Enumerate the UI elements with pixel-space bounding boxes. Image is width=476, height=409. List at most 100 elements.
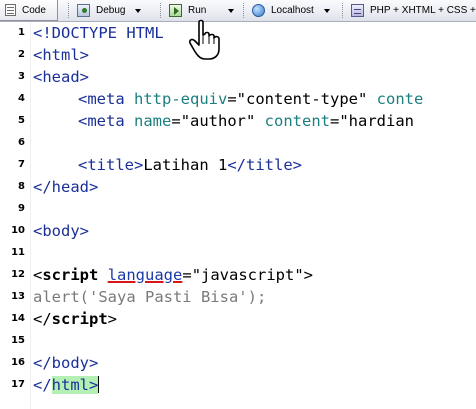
code-text[interactable]: <body> xyxy=(33,220,89,242)
matched-tag-token: html xyxy=(51,376,89,394)
code-line[interactable]: 3 <head> xyxy=(0,66,476,88)
script-keyword: script xyxy=(51,310,108,328)
language-attr-error: language xyxy=(107,266,183,284)
tag-token: <head> xyxy=(33,68,89,86)
bracket-token: </ xyxy=(33,310,52,328)
bracket-token: > xyxy=(303,266,314,284)
line-number: 10 xyxy=(11,225,25,236)
text-cursor xyxy=(98,376,100,393)
editor-window: Code Debug Run Localhost PHP + XHTML + C… xyxy=(0,0,476,409)
code-editor[interactable]: 1 <!DOCTYPE HTML 2 <html> 3 <head> 4 <me… xyxy=(0,22,476,409)
line-number: 17 xyxy=(11,379,25,390)
code-line[interactable]: 16 </body> xyxy=(0,352,476,374)
php-template-icon xyxy=(351,4,364,17)
toolbar-grip[interactable] xyxy=(243,3,246,18)
code-text[interactable]: <head> xyxy=(33,66,89,88)
line-number: 5 xyxy=(18,115,25,126)
tag-token: <meta xyxy=(78,90,125,108)
tag-token: </head> xyxy=(33,178,99,196)
line-number: 14 xyxy=(11,313,25,324)
equals-token: = xyxy=(171,112,181,130)
line-number: 1 xyxy=(18,27,25,38)
code-line[interactable]: 7 <title>Latihan 1</title> xyxy=(0,154,476,176)
run-label: Run xyxy=(188,5,207,16)
code-line[interactable]: 4 <meta http-equiv="content-type" conte xyxy=(0,88,476,110)
code-line[interactable]: 5 <meta name="author" content="hardian xyxy=(0,110,476,132)
code-text[interactable]: </head> xyxy=(33,176,98,198)
chevron-down-icon[interactable] xyxy=(135,8,142,13)
globe-icon xyxy=(252,4,265,17)
code-line[interactable]: 6 xyxy=(0,132,476,154)
code-line[interactable]: 2 <html> xyxy=(0,44,476,66)
tag-token: </body> xyxy=(33,354,99,372)
code-text[interactable]: <html> xyxy=(33,44,89,66)
run-button[interactable]: Run xyxy=(169,0,235,21)
line-number: 12 xyxy=(11,269,25,280)
line-number: 15 xyxy=(11,335,25,346)
value-token: "content-type" xyxy=(236,90,368,108)
tag-token: <html> xyxy=(33,46,89,64)
equals-token: = xyxy=(182,266,192,284)
code-text[interactable]: <meta name="author" content="hardian xyxy=(78,110,414,132)
js-token: alert('Saya Pasti Bisa'); xyxy=(33,288,267,306)
code-text[interactable]: <script language="javascript"> xyxy=(33,264,313,286)
text-token: Latihan 1 xyxy=(143,156,228,174)
toolbar-grip[interactable] xyxy=(68,3,71,18)
line-number: 8 xyxy=(18,181,25,192)
code-line[interactable]: 15 xyxy=(0,330,476,352)
script-keyword: script xyxy=(42,266,99,284)
tag-token: </title> xyxy=(227,156,302,174)
code-line[interactable]: 12 <script language="javascript"> xyxy=(0,264,476,286)
toolbar: Code Debug Run Localhost PHP + XHTML + C… xyxy=(0,0,476,22)
toolbar-grip[interactable] xyxy=(342,3,345,18)
doctype-token: <!DOCTYPE HTML xyxy=(33,24,164,42)
value-token: "hardian xyxy=(339,112,414,130)
code-view-button[interactable]: Code xyxy=(0,0,58,21)
line-number: 11 xyxy=(11,247,25,258)
localhost-button[interactable]: Localhost xyxy=(252,0,330,21)
bracket-token: < xyxy=(33,266,43,284)
equals-token: = xyxy=(227,90,237,108)
chevron-down-icon[interactable] xyxy=(228,8,235,13)
code-text[interactable]: </html> xyxy=(33,374,100,396)
code-line[interactable]: 9 xyxy=(0,198,476,220)
code-view-label: Code xyxy=(22,4,46,16)
tag-token: <body> xyxy=(33,222,89,240)
chevron-down-icon[interactable] xyxy=(323,8,330,13)
code-text[interactable]: <meta http-equiv="content-type" conte xyxy=(78,88,423,110)
attr-token: conte xyxy=(367,90,424,108)
php-template-button[interactable]: PHP + XHTML + CSS + xyxy=(351,0,476,21)
line-number: 9 xyxy=(18,203,25,214)
code-line[interactable]: 1 <!DOCTYPE HTML xyxy=(0,22,476,44)
tag-token: <meta xyxy=(78,112,125,130)
tag-token: </ xyxy=(33,376,52,394)
code-text[interactable]: <title>Latihan 1</title> xyxy=(78,154,302,176)
line-number: 2 xyxy=(18,49,25,60)
code-line[interactable]: 11 xyxy=(0,242,476,264)
debug-button[interactable]: Debug xyxy=(77,0,142,21)
tag-token: <title> xyxy=(78,156,144,174)
toolbar-grip[interactable] xyxy=(160,3,163,18)
attr-token: http-equiv xyxy=(124,90,228,108)
bracket-token: > xyxy=(107,310,118,328)
code-text[interactable]: <!DOCTYPE HTML xyxy=(33,22,164,44)
line-number: 7 xyxy=(18,159,25,170)
line-number: 13 xyxy=(11,291,25,302)
code-line[interactable]: 8 </head> xyxy=(0,176,476,198)
debug-icon xyxy=(77,4,90,17)
code-text[interactable]: </script> xyxy=(33,308,117,330)
value-token: "javascript" xyxy=(191,266,304,284)
line-number: 4 xyxy=(18,93,25,104)
bracket-token: > xyxy=(89,376,99,394)
code-line[interactable]: 17 </html> xyxy=(0,374,476,396)
code-line[interactable]: 10 <body> xyxy=(0,220,476,242)
php-template-label: PHP + XHTML + CSS + xyxy=(370,5,476,16)
code-text[interactable]: alert('Saya Pasti Bisa'); xyxy=(33,286,266,308)
code-view-icon xyxy=(5,4,16,16)
code-line[interactable]: 14 </script> xyxy=(0,308,476,330)
debug-label: Debug xyxy=(96,5,126,16)
equals-token: = xyxy=(330,112,340,130)
code-text[interactable]: </body> xyxy=(33,352,98,374)
code-line[interactable]: 13 alert('Saya Pasti Bisa'); xyxy=(0,286,476,308)
